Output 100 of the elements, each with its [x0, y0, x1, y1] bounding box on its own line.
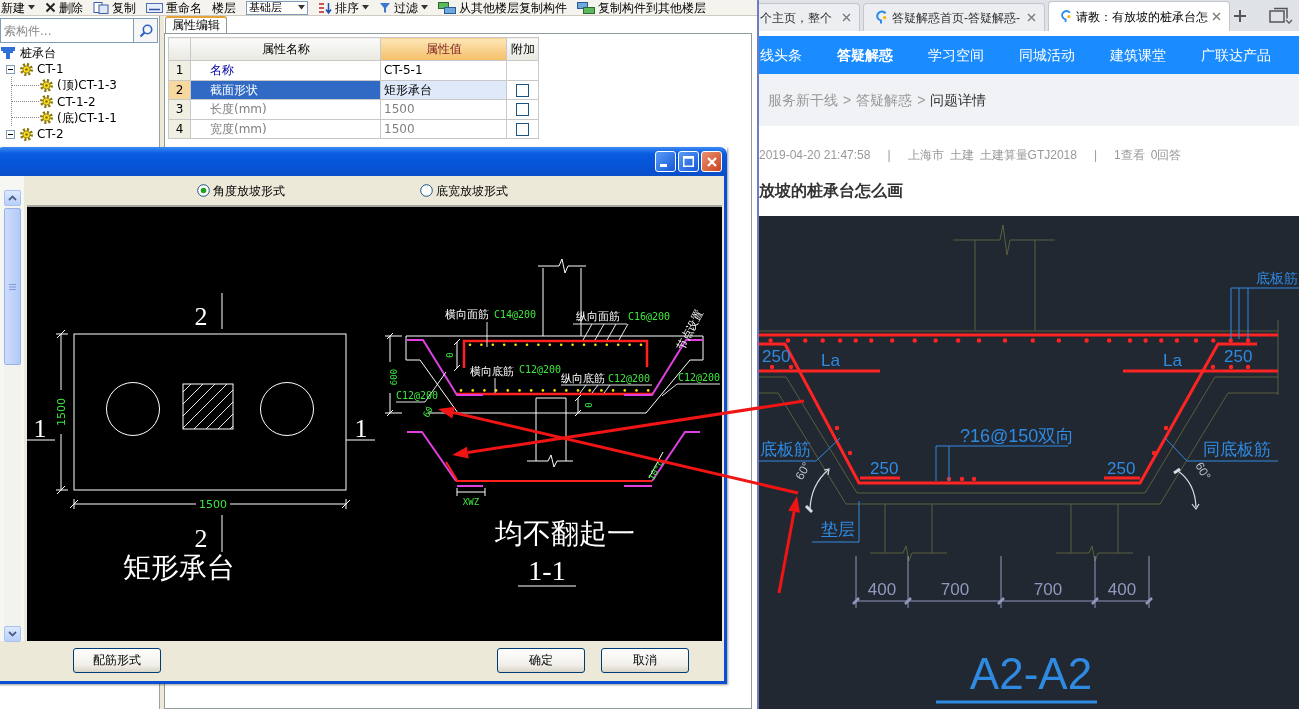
tree-item[interactable]: CT-1	[37, 62, 64, 77]
property-tab[interactable]: 属性编辑	[165, 16, 227, 33]
tree-item[interactable]: 桩承台	[20, 46, 56, 61]
window-icon[interactable]	[1269, 6, 1293, 25]
maximize-button[interactable]	[678, 151, 699, 172]
dialog-button[interactable]: 配筋形式	[73, 647, 161, 673]
rebar-dot	[525, 343, 529, 347]
scroll-up-button[interactable]	[4, 190, 21, 206]
rebar-name-label: 横向面筋	[445, 308, 489, 321]
radio-option[interactable]: 底宽放坡形式	[420, 181, 508, 200]
minus-box-icon[interactable]	[6, 64, 15, 74]
browser-tab[interactable]: 答疑解惑首页-答疑解惑-	[863, 3, 1045, 31]
drawing-label: 250	[762, 347, 791, 366]
leader-line	[572, 323, 629, 341]
rebar-dot	[611, 389, 615, 392]
rebar-dot	[955, 338, 961, 343]
toolbar-button[interactable]: 排序	[318, 0, 369, 15]
column-header[interactable]: 附加	[506, 37, 539, 61]
toolbar-button[interactable]: 重命名	[146, 0, 202, 15]
column-header[interactable]: 属性名称	[190, 37, 381, 61]
gear-icon	[20, 127, 33, 141]
rebar-dot	[869, 338, 874, 343]
property-value[interactable]: CT-5-1	[380, 60, 507, 80]
drawing-caption: 均不翻起一	[495, 518, 635, 549]
dialog-button[interactable]: 确定	[497, 647, 585, 673]
scrollbar[interactable]	[4, 190, 21, 642]
rebar-dot	[820, 338, 825, 343]
property-name[interactable]: 名称	[190, 60, 381, 80]
toolbar-button[interactable]: 复制	[93, 0, 136, 15]
close-icon[interactable]	[1027, 13, 1036, 22]
close-icon[interactable]	[842, 13, 851, 22]
dimension-label: 60	[420, 404, 436, 420]
minimize-icon	[660, 164, 667, 167]
rebar-dot	[548, 343, 552, 347]
cross-icon	[45, 2, 56, 13]
dimension-label: 700	[1033, 580, 1063, 599]
search-field[interactable]: 索构件...	[0, 18, 134, 43]
toolbar-button[interactable]: 从其他楼层复制构件	[438, 0, 567, 15]
row-number: 2	[168, 80, 191, 100]
drawing-label: 250	[870, 459, 899, 478]
rebar-dot	[529, 389, 533, 392]
column-header[interactable]: 属性值	[380, 37, 507, 61]
scrollbar-thumb[interactable]	[4, 208, 21, 365]
toolbar-button[interactable]: 删除	[45, 0, 83, 15]
rebar-dot	[588, 389, 591, 392]
pile-stub	[526, 397, 574, 468]
rebar-dot	[1143, 338, 1148, 343]
column-hatch	[182, 383, 234, 430]
toolbar-button[interactable]: 复制构件到其他楼层	[577, 0, 706, 15]
dimension-label: 1500	[199, 498, 227, 511]
tree-item[interactable]: CT-2	[37, 127, 64, 142]
post-stat: 1查看	[1114, 146, 1145, 164]
row-number: 4	[168, 119, 191, 139]
rebar-dot	[605, 343, 609, 347]
section-number: 2	[194, 302, 208, 331]
search-icon	[138, 23, 153, 38]
radio-icon[interactable]	[197, 184, 210, 197]
title-underline	[517, 585, 577, 587]
leader-line	[494, 377, 496, 394]
rebar-dot	[1228, 338, 1233, 343]
rebar-spec-label: C12@200	[519, 364, 562, 375]
plus-icon[interactable]	[1233, 8, 1247, 23]
separator-text: |	[887, 146, 891, 164]
dimension-label: 600	[389, 368, 399, 386]
tree-item[interactable]: (顶)CT-1-3	[57, 78, 117, 93]
section-line	[345, 439, 376, 441]
radio-icon[interactable]	[420, 184, 433, 197]
rebar-dot	[912, 338, 917, 343]
close-icon[interactable]	[1212, 12, 1221, 21]
rebar-dot	[639, 343, 643, 347]
rebar-dot	[514, 343, 517, 347]
gear-icon	[20, 62, 33, 76]
rebar-dot	[946, 476, 952, 482]
dialog-button[interactable]: 取消	[601, 647, 689, 673]
floor-select[interactable]: 基础层	[246, 0, 308, 15]
toolbar-button[interactable]: 过滤	[379, 0, 428, 15]
grip-icon	[9, 283, 16, 290]
toolbar-button[interactable]: 新建	[1, 0, 35, 15]
drawing-caption: 矩形承台	[123, 552, 235, 583]
browser-tab[interactable]: 个主页，整个	[759, 3, 860, 31]
scroll-down-button[interactable]	[4, 626, 21, 642]
rebar-dot	[1245, 338, 1251, 343]
rebar-dot	[971, 476, 977, 482]
rebar-dot	[959, 476, 965, 482]
section-number: 1	[33, 414, 47, 443]
rebar-dot	[1174, 338, 1180, 343]
search-button[interactable]	[134, 18, 158, 43]
close-button[interactable]	[701, 151, 722, 172]
browser-tab[interactable]: 请教：有放坡的桩承台怎	[1048, 1, 1230, 31]
checkbox[interactable]	[516, 83, 529, 97]
rebar-dot	[628, 343, 631, 347]
rebar-dot	[559, 343, 563, 347]
radio-option[interactable]: 角度放坡形式	[197, 181, 420, 200]
minimize-button[interactable]	[655, 151, 676, 172]
rebar-dot	[1159, 338, 1164, 343]
tree-item[interactable]: (底)CT-1-1	[57, 110, 117, 125]
leader-line	[395, 371, 447, 403]
tree-item[interactable]: CT-1-2	[57, 94, 96, 109]
minus-box-icon[interactable]	[6, 129, 15, 139]
dimension-line	[574, 394, 582, 417]
